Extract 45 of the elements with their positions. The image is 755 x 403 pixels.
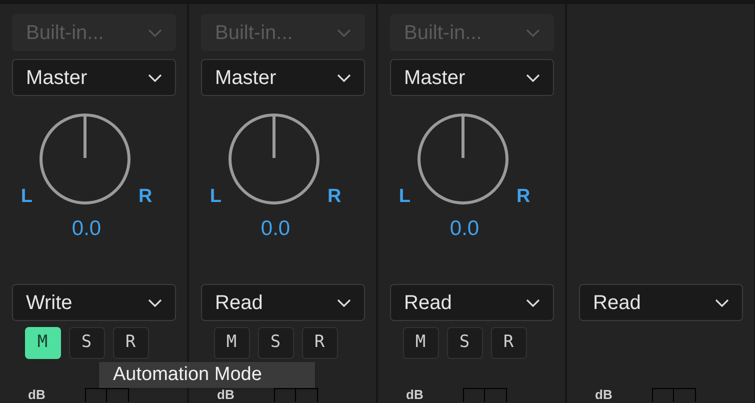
toggle-button[interactable]: R (302, 327, 338, 359)
automation-dropdown[interactable]: Read (390, 284, 554, 321)
caret-icon (337, 74, 351, 82)
toggle-button[interactable]: R (112, 327, 148, 359)
meter-unit-label: dB (28, 388, 46, 402)
pan-knob[interactable] (227, 112, 322, 206)
left-label: L (398, 187, 410, 206)
caret-icon (526, 74, 540, 82)
toggle-button[interactable]: S (446, 327, 482, 359)
meter-unit-label: dB (217, 388, 234, 402)
caret-icon (148, 298, 162, 306)
pan-value: 0.0 (72, 218, 102, 239)
caret-icon (526, 298, 540, 306)
toggle-button[interactable]: M (214, 327, 250, 359)
right-label: R (138, 187, 152, 206)
meter (652, 388, 696, 402)
caret-icon (526, 28, 540, 36)
caret-icon (337, 28, 351, 36)
caret-icon (715, 298, 729, 306)
output-dropdown[interactable]: Master (201, 59, 365, 96)
right-label: R (327, 187, 342, 206)
output-dropdown[interactable]: Master (390, 59, 554, 96)
right-label: R (516, 187, 530, 206)
pan-knob[interactable] (416, 112, 510, 206)
toggle-button[interactable]: R (490, 327, 526, 359)
pan-value: 0.0 (260, 218, 290, 239)
output-dropdown[interactable]: Master (12, 59, 176, 96)
meter-unit-label: dB (595, 388, 612, 402)
automation-dropdown[interactable]: Write (12, 284, 176, 321)
toggle-button[interactable]: M (402, 327, 438, 359)
toggle-button[interactable]: S (68, 327, 104, 359)
caret-icon (337, 298, 351, 306)
caret-icon (148, 74, 162, 82)
pan-value: 0.0 (450, 218, 480, 239)
pan-knob[interactable] (38, 112, 132, 206)
left-label: L (210, 187, 222, 206)
meter (463, 388, 508, 402)
tooltip: Automation Mode (99, 362, 315, 388)
automation-dropdown[interactable]: Read (201, 284, 365, 321)
toggle-button[interactable]: S (258, 327, 294, 359)
meter-unit-label: dB (406, 388, 424, 402)
automation-dropdown[interactable]: Read (579, 284, 743, 321)
toggle-button[interactable]: M (24, 327, 60, 359)
left-label: L (20, 187, 32, 206)
caret-icon (148, 28, 162, 36)
